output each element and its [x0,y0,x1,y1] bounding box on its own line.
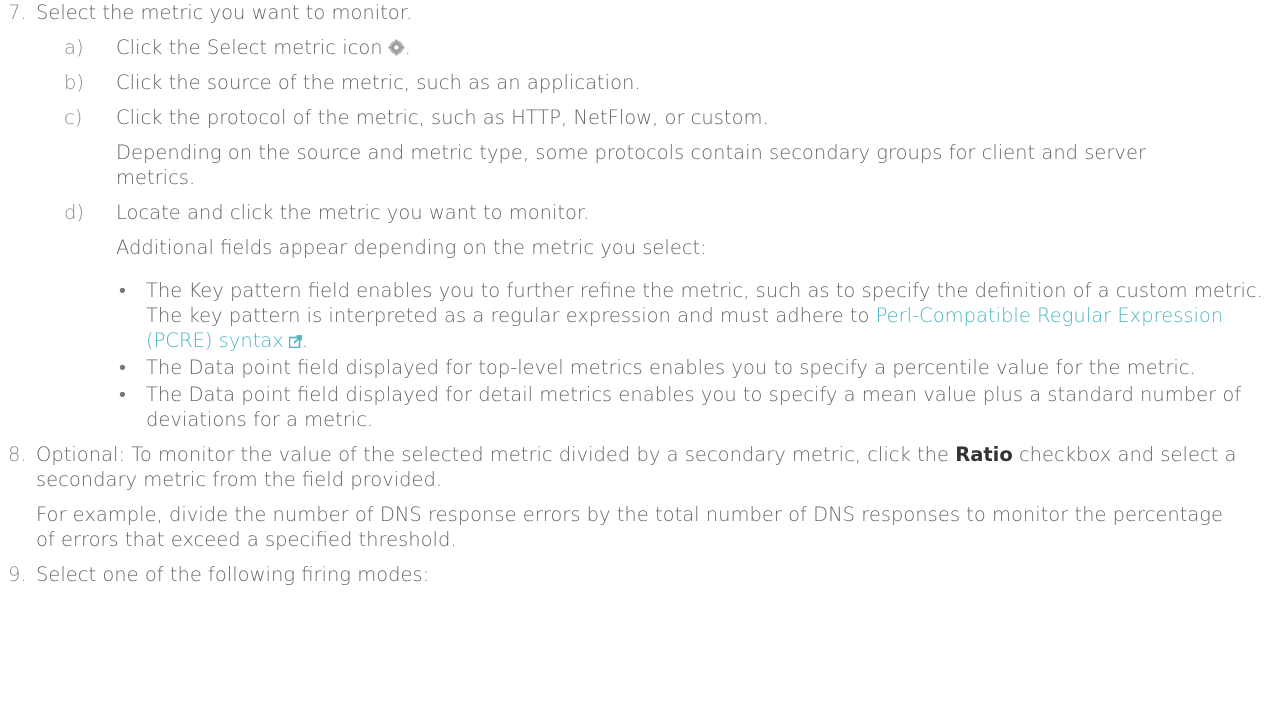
bullet-text: The Data point field displayed for detai… [146,383,1242,431]
gear-icon [388,37,405,56]
substep-text: Locate and click the metric you want to … [116,201,590,224]
bullet-list: • The Key pattern field enables you to f… [0,278,1271,432]
step-9: 9. Select one of the following firing mo… [0,562,1271,587]
step-8: 8. Optional: To monitor the value of the… [0,442,1271,492]
external-link-icon[interactable] [288,329,302,349]
substep-letter: d) [64,201,84,224]
ratio-label: Ratio [955,443,1013,466]
list-item: • The Data point field displayed for top… [0,355,1271,380]
step-number: 7. [8,1,27,24]
step-8-note: For example, divide the number of DNS re… [36,503,1223,551]
substep-text-after: . [404,36,411,59]
substep-a: a) Click the Select metric icon . [0,35,1271,60]
document-body: 7. Select the metric you want to monitor… [0,0,1271,587]
step-7: 7. Select the metric you want to monitor… [0,0,1271,25]
substep-letter: a) [64,36,84,59]
substep-letter: b) [64,71,84,94]
step-number: 8. [8,443,27,466]
bullet-marker: • [119,383,126,406]
substep-b: b) Click the source of the metric, such … [0,70,1271,95]
step-number: 9. [8,563,27,586]
substep-letter: c) [64,106,83,129]
substep-c: c) Click the protocol of the metric, suc… [0,105,1271,130]
substep-d-note: Additional fields appear depending on th… [116,236,707,259]
substep-text: Click the source of the metric, such as … [116,71,641,94]
step-text: Optional: To monitor the value of the se… [36,443,956,466]
step-text: Select one of the following firing modes… [36,563,430,586]
substep-c-note: Depending on the source and metric type,… [116,141,1146,189]
list-item: • The Data point field displayed for det… [0,382,1271,432]
bullet-marker: • [119,356,126,379]
step-text: Select the metric you want to monitor. [36,1,413,24]
substep-text: Click the protocol of the metric, such a… [116,106,769,129]
substep-text: Click the Select metric icon [116,36,383,59]
bullet-marker: • [119,279,126,302]
bullet-text: The Data point field displayed for top-l… [146,356,1196,379]
substep-d: d) Locate and click the metric you want … [0,200,1271,225]
list-item: • The Key pattern field enables you to f… [0,278,1271,353]
bullet-text-after: . [301,329,309,352]
